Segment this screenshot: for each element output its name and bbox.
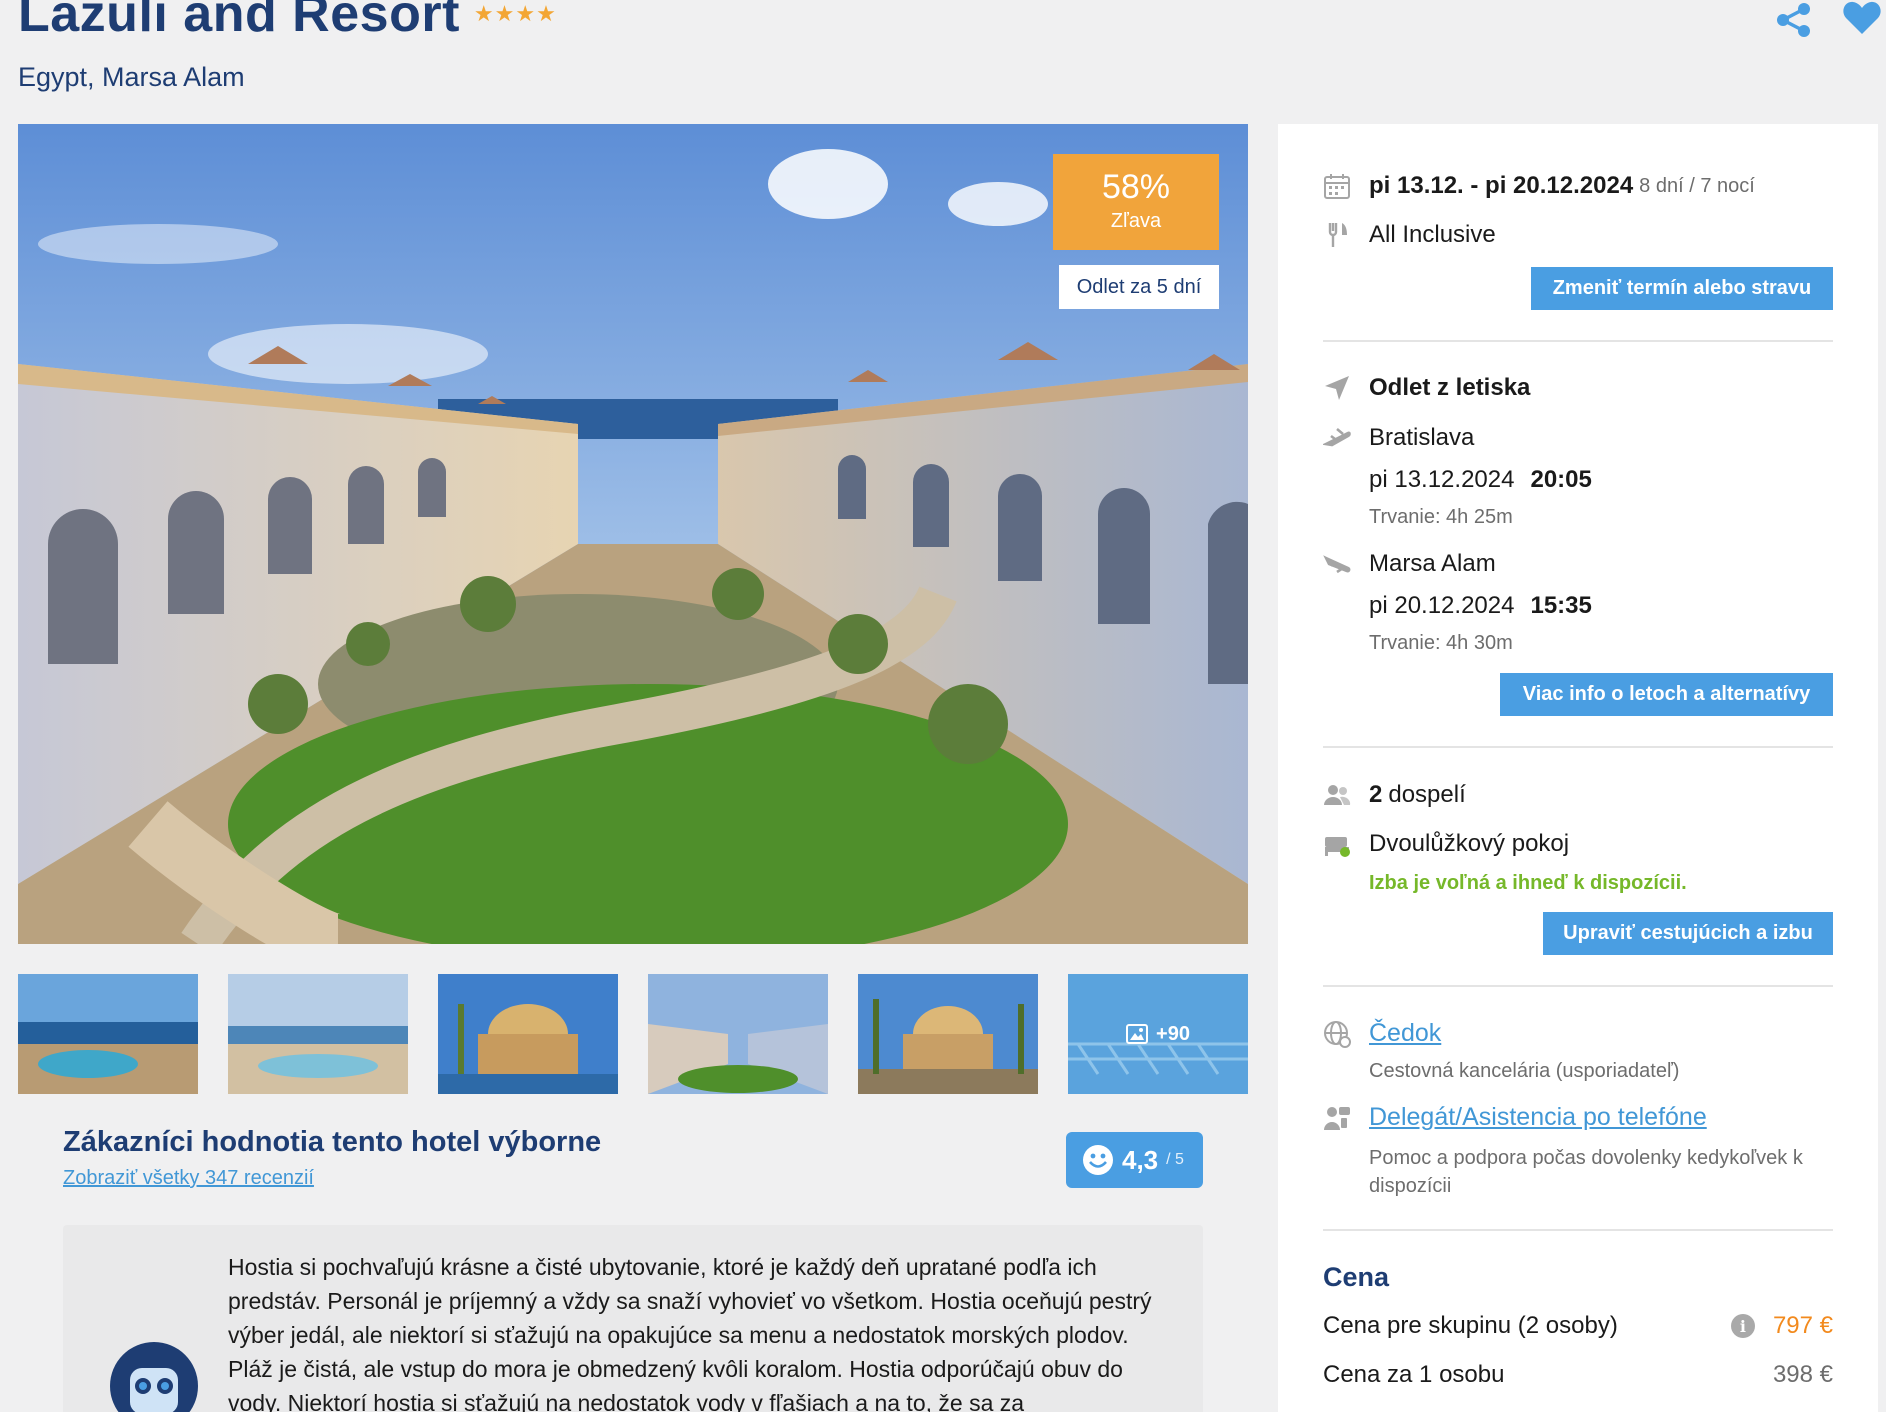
return-time: 15:35 (1530, 592, 1592, 619)
assistance-link[interactable]: Delegát/Asistencia po telefóne (1369, 1103, 1707, 1132)
dates-row: pi 13.12. - pi 20.12.2024 8 dní / 7 nocí (1323, 172, 1755, 200)
flight-info-button[interactable]: Viac info o letoch a alternatívy (1500, 673, 1833, 716)
assist-desc-row: Pomoc a podpora počas dovolenky kedykoľv… (1369, 1144, 1829, 1200)
plane-arrival-icon (1323, 555, 1351, 574)
room-availability: Izba je voľná a ihneď k dispozícii. (1369, 872, 1687, 894)
cutlery-icon (1328, 223, 1347, 247)
edit-travellers-button[interactable]: Upraviť cestujúcich a izbu (1543, 912, 1833, 955)
group-price-value: 797 € (1772, 1312, 1833, 1339)
calendar-icon (1324, 174, 1350, 199)
return-datetime: pi 20.12.2024 15:35 (1369, 592, 1592, 620)
rating-max: / 5 (1166, 1151, 1184, 1168)
thumbnail-5[interactable] (858, 974, 1038, 1094)
divider (1323, 746, 1833, 748)
flight-heading-row: Odlet z letiska (1323, 374, 1530, 402)
more-photos-thumbnail[interactable]: +90 (1068, 974, 1248, 1094)
trip-duration: 8 dní / 7 nocí (1639, 174, 1755, 197)
agency-link[interactable]: Čedok (1369, 1019, 1441, 1048)
star-rating: ★★★★ (473, 1, 557, 26)
bot-avatar-icon (110, 1342, 198, 1412)
adults-label: dospelí (1388, 781, 1466, 808)
return-date: pi 20.12.2024 (1369, 592, 1515, 619)
outbound-time: 20:05 (1530, 466, 1592, 493)
thumbnail-2[interactable] (228, 974, 408, 1094)
divider (1323, 985, 1833, 987)
departure-countdown-badge: Odlet za 5 dní (1059, 265, 1219, 309)
return-row: Marsa Alam (1323, 550, 1496, 578)
location-arrow-icon (1325, 376, 1349, 400)
board-type: All Inclusive (1369, 221, 1496, 248)
discount-label: Zľava (1110, 210, 1162, 232)
rating-heading: Zákazníci hodnotia tento hotel výborne (63, 1126, 602, 1158)
users-icon (1324, 785, 1351, 805)
assist-row: Delegát/Asistencia po telefóne (1323, 1103, 1707, 1132)
room-status-row: Izba je voľná a ihneď k dispozícii. (1369, 872, 1687, 895)
hotel-title: Lazuli and Resort (18, 0, 460, 43)
group-price-row: Cena pre skupinu (2 osoby) i 797 € (1323, 1312, 1833, 1340)
room-row: Dvoulůžkový pokoj (1323, 830, 1569, 858)
divider (1323, 1229, 1833, 1231)
all-reviews-link[interactable]: Zobraziť všetky 347 recenzií (63, 1167, 314, 1190)
photo-thumbnails: +90 (18, 974, 1248, 1096)
heart-icon[interactable] (1842, 0, 1882, 36)
group-price-label: Cena pre skupinu (2 osoby) (1323, 1312, 1618, 1339)
review-summary-text: Hostia si pochvaľujú krásne a čisté ubyt… (228, 1254, 1152, 1412)
hotel-header: Lazuli and Resort ★★★★ (18, 0, 557, 44)
booking-panel (1278, 124, 1878, 1412)
outbound-datetime: pi 13.12.2024 20:05 (1369, 466, 1592, 494)
divider (1323, 340, 1833, 342)
per-person-price-row: Cena za 1 osobu 398 € (1323, 1361, 1833, 1389)
return-duration-row: Trvanie: 4h 30m (1369, 632, 1513, 655)
outbound-row: Bratislava (1323, 424, 1474, 452)
trip-dates: pi 13.12. - pi 20.12.2024 (1369, 172, 1634, 199)
rating-score-badge[interactable]: 4,3 / 5 (1066, 1132, 1203, 1188)
thumbnail-3[interactable] (438, 974, 618, 1094)
support-icon (1324, 1106, 1350, 1130)
agency-row: Čedok (1323, 1019, 1441, 1048)
discount-badge: 58% Zľava (1053, 154, 1219, 250)
board-row: All Inclusive (1323, 221, 1496, 249)
assistance-description: Pomoc a podpora počas dovolenky kedykoľv… (1369, 1147, 1803, 1197)
hotel-location: Egypt, Marsa Alam (18, 62, 245, 92)
return-duration: Trvanie: 4h 30m (1369, 632, 1513, 654)
outbound-city: Bratislava (1369, 424, 1475, 451)
more-photos-count: +90 (1156, 1022, 1190, 1045)
per-person-price-label: Cena za 1 osobu (1323, 1361, 1505, 1388)
outbound-duration-row: Trvanie: 4h 25m (1369, 506, 1513, 529)
gallery-icon (1126, 1024, 1149, 1044)
discount-percent: 58% (1101, 168, 1171, 206)
change-dates-button[interactable]: Zmeniť termín alebo stravu (1531, 267, 1833, 310)
thumbnail-1[interactable] (18, 974, 198, 1094)
rating-score: 4,3 (1122, 1144, 1159, 1175)
outbound-duration: Trvanie: 4h 25m (1369, 506, 1513, 528)
bed-icon (1325, 837, 1350, 857)
share-icon[interactable] (1774, 2, 1814, 38)
info-icon[interactable]: i (1730, 1314, 1755, 1338)
smiley-icon (1083, 1145, 1113, 1175)
adults-count: 2 (1369, 781, 1383, 808)
more-photos-label[interactable]: +90 (1068, 974, 1248, 1094)
agency-description: Cestovná kancelária (usporiadateľ) (1369, 1060, 1680, 1082)
price-heading: Cena (1323, 1262, 1390, 1292)
agency-desc-row: Cestovná kancelária (usporiadateľ) (1369, 1060, 1679, 1083)
globe-icon (1324, 1020, 1351, 1048)
room-type: Dvoulůžkový pokoj (1369, 830, 1570, 857)
outbound-date: pi 13.12.2024 (1369, 466, 1515, 493)
plane-departure-icon (1323, 428, 1351, 447)
return-city: Marsa Alam (1369, 550, 1496, 577)
travellers-row: 2 dospelí (1323, 781, 1466, 809)
per-person-price-value: 398 € (1772, 1361, 1833, 1388)
thumbnail-4[interactable] (648, 974, 828, 1094)
flight-heading: Odlet z letiska (1369, 374, 1531, 401)
